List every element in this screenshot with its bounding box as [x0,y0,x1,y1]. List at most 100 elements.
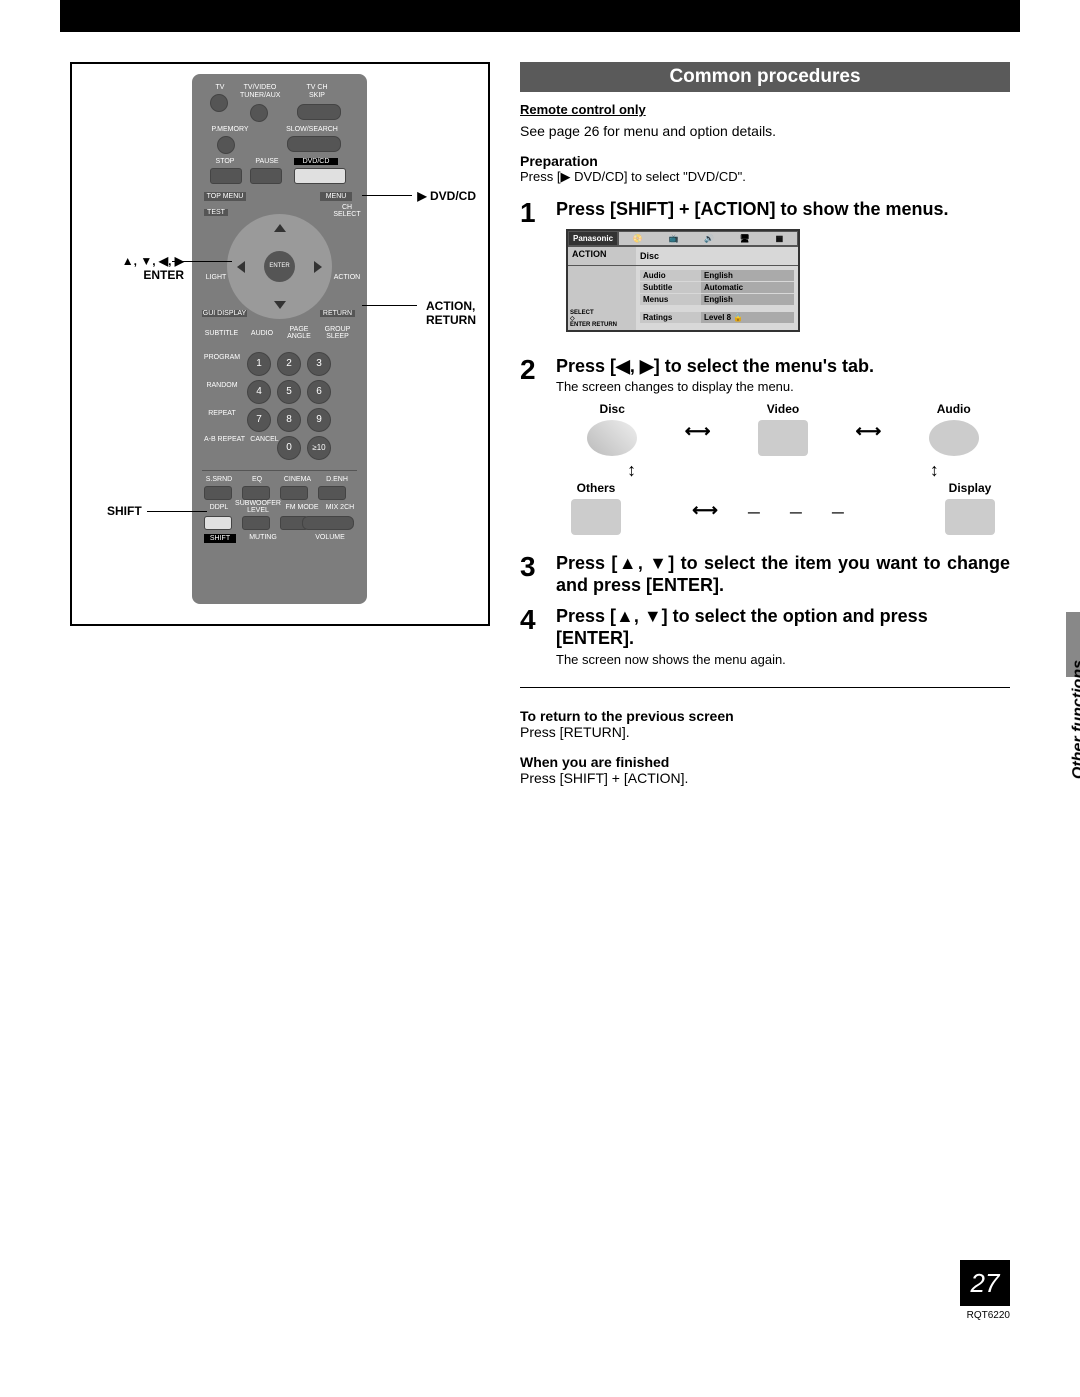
finished-text: Press [SHIFT] + [ACTION]. [520,770,1010,786]
btn-1: 1 [247,352,271,376]
others-icon [571,499,621,535]
label-pmemory: P.MEMORY [210,126,250,133]
btn-6: 6 [307,380,331,404]
arrow-icon: ——— [636,500,930,521]
arrow-icon [685,421,711,442]
btn-eq [242,486,270,500]
return-label: To return to the previous screen [520,708,1010,724]
label-tuneraux: TUNER/AUX [240,92,280,99]
label-slowsearch: SLOW/SEARCH [282,126,342,133]
callout-arrows: ▲, ▼, ◀, ▶ ENTER [84,254,184,283]
step-4-num: 4 [520,606,542,666]
callout-action: ACTION, RETURN [426,299,476,328]
arrow-up-icon [274,224,286,232]
label-ddpl: DDPL [204,504,234,511]
step-2-note: The screen changes to display the menu. [556,379,1010,394]
audio-icon [929,420,979,456]
btn-ddpl [204,516,232,530]
btn-ssrnd [204,486,232,500]
tab-icon: ▦ [776,234,784,243]
preparation-label: Preparation [520,153,1010,169]
divider [520,687,1010,688]
label-mix2ch: MIX 2CH [322,504,358,511]
osd-action: ACTION [572,249,632,259]
osd-tab-disc: Disc [636,247,798,265]
osd-row-label: Audio [640,270,701,281]
label-audio: AUDIO [247,330,277,337]
label-dvdcd: DVD/CD [294,158,338,165]
arrow-left-icon [237,261,245,273]
btn-enter: ENTER [264,251,295,282]
step-2-num: 2 [520,356,542,544]
btn-0: 0 [277,436,301,460]
dpad: ENTER [227,214,332,319]
tab-icon: 🖥 [740,234,750,243]
arrow-icon [592,460,672,481]
video-icon [758,420,808,456]
btn-tv [210,94,228,112]
label-abrepeat: A-B REPEAT [202,436,247,443]
tab-display-label: Display [930,481,1010,495]
finished-label: When you are finished [520,754,1010,770]
label-chselect: CH SELECT [332,204,362,218]
remote-diagram: TV TV/VIDEO TUNER/AUX TV CH SKIP P.MEMOR… [70,62,490,626]
label-cinema: CINEMA [280,476,315,483]
label-subwoofer: SUBWOOFER LEVEL [234,500,282,514]
section-header: Common procedures [520,62,1010,92]
preparation-text: Press [▶ DVD/CD] to select "DVD/CD". [520,169,1010,185]
btn-9: 9 [307,408,331,432]
label-topmenu: TOP MENU [204,192,246,201]
btn-2: 2 [277,352,301,376]
btn-skip [297,104,341,120]
osd-row-label: Subtitle [640,282,701,293]
btn-tvvideo [250,104,268,122]
step-4-note: The screen now shows the menu again. [556,652,1010,667]
tab-others-label: Others [556,481,636,495]
btn-pmemory [217,136,235,154]
label-ssrnd: S.SRND [204,476,234,483]
step-2-title: Press [◀, ▶] to select the menu's tab. [556,356,1010,378]
btn-stop [210,168,242,184]
tab-disc-label: Disc [572,402,652,416]
btn-denh [318,486,346,500]
arrow-down-icon [274,301,286,309]
step-4-title: Press [▲, ▼] to select the option and pr… [556,606,1010,649]
osd-row-value: English [701,294,794,305]
see-page-text: See page 26 for menu and option details. [520,123,1010,139]
tab-video-label: Video [743,402,823,416]
btn-volume-rocker [302,516,354,530]
btn-8: 8 [277,408,301,432]
step-1-title: Press [SHIFT] + [ACTION] to show the men… [556,199,1010,221]
label-eq: EQ [247,476,267,483]
label-test: TEST [204,209,228,216]
label-denh: D.ENH [322,476,352,483]
arrow-icon [855,421,881,442]
label-light: LIGHT [204,274,228,281]
disc-icon [587,420,637,456]
osd-row-value: Automatic [701,282,794,293]
label-cancel: CANCEL [247,436,282,443]
label-program: PROGRAM [202,354,242,361]
return-text: Press [RETURN]. [520,724,1010,740]
btn-5: 5 [277,380,301,404]
label-return: RETURN [320,310,355,317]
btn-3: 3 [307,352,331,376]
label-pageangle: PAGE ANGLE [284,326,314,340]
callout-shift: SHIFT [107,504,142,518]
document-id: RQT6220 [967,1310,1010,1321]
btn-geq10: ≥10 [307,436,331,460]
label-groupsleep: GROUP SLEEP [320,326,355,340]
step-3-num: 3 [520,553,542,596]
label-skip: SKIP [297,92,337,99]
label-action: ACTION [332,274,362,281]
arrow-right-icon [314,261,322,273]
page-header-bar [60,0,1020,32]
btn-subwoofer [242,516,270,530]
tab-icon: 📺 [668,234,678,243]
tab-icon: 🔊 [704,234,714,243]
label-fmmode: FM MODE [284,504,320,511]
tab-icon: 📀 [633,234,643,243]
osd-row-label: Menus [640,294,701,305]
tab-audio-label: Audio [914,402,994,416]
btn-7: 7 [247,408,271,432]
